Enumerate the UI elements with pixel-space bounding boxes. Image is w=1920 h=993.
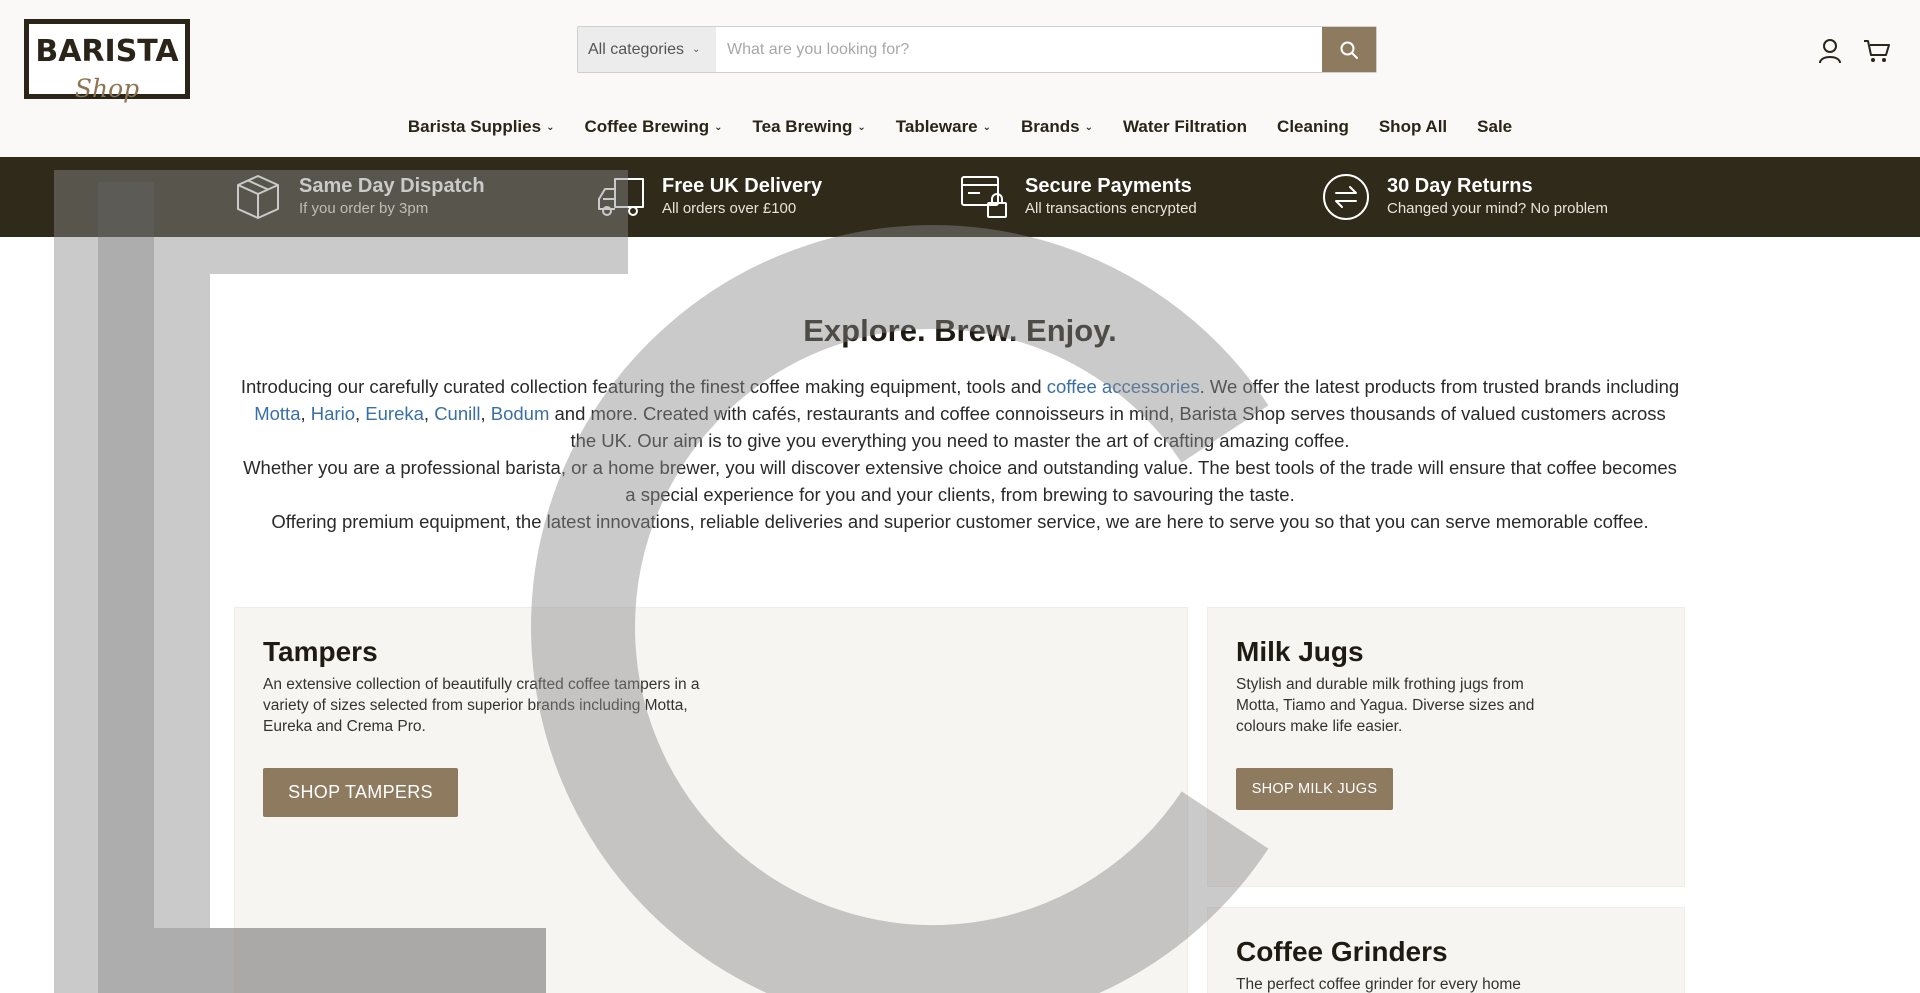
card-title: Tampers (263, 636, 378, 667)
nav-water-filtration[interactable]: Water Filtration (1108, 114, 1262, 140)
benefit-dispatch: Same Day Dispatch If you order by 3pm (233, 157, 485, 237)
chevron-down-icon: ⌄ (714, 121, 723, 133)
benefit-title: 30 Day Returns (1387, 175, 1533, 197)
chevron-down-icon: ⌄ (1084, 121, 1093, 133)
search-bar: All categories ⌄ (577, 26, 1377, 73)
nav-sale[interactable]: Sale (1462, 114, 1527, 140)
search-button[interactable] (1322, 27, 1376, 72)
nav-tableware[interactable]: Tableware ⌄ (881, 114, 1006, 140)
benefit-subtitle: If you order by 3pm (299, 200, 429, 217)
benefit-subtitle: All transactions encrypted (1025, 200, 1197, 217)
nav-coffee-brewing[interactable]: Coffee Brewing ⌄ (569, 114, 737, 140)
barista-shop-logo[interactable]: BARISTA Shop (24, 19, 190, 103)
card-text: An extensive collection of beautifully c… (263, 676, 700, 735)
benefit-title: Same Day Dispatch (299, 175, 485, 197)
nav-tea-brewing[interactable]: Tea Brewing ⌄ (738, 114, 881, 140)
link-coffee-accessories[interactable]: coffee accessories (1047, 376, 1200, 397)
returns-icon (1321, 172, 1371, 222)
benefit-subtitle: All orders over £100 (662, 200, 797, 217)
chevron-down-icon: ⌄ (546, 121, 555, 133)
shop-milk-jugs-button[interactable]: SHOP MILK JUGS (1236, 768, 1393, 810)
intro-text: Introducing our carefully curated collec… (240, 376, 1680, 532)
main-nav: Barista Supplies ⌄ Coffee Brewing ⌄ Tea Br… (0, 114, 1920, 140)
card-title: Milk Jugs (1236, 636, 1364, 667)
chevron-down-icon: ⌄ (857, 121, 866, 133)
search-icon (1340, 41, 1358, 59)
chevron-down-icon: ⌄ (692, 44, 701, 55)
intro-paragraph-3: Offering premium equipment, the latest i… (271, 511, 1649, 532)
box-icon (233, 172, 283, 222)
category-select-label: All categories (588, 40, 685, 58)
card-text: The perfect coffee grinder for every hom… (1236, 976, 1521, 993)
chevron-down-icon: ⌄ (982, 121, 992, 133)
logo-wordmark: BARISTA (35, 34, 179, 69)
benefit-payments: Secure Payments All transactions encrypt… (959, 157, 1197, 237)
nav-shop-all[interactable]: Shop All (1364, 114, 1462, 140)
link-brand-cunill[interactable]: Cunill (434, 403, 480, 424)
secure-card-icon (959, 172, 1009, 222)
site-header: BARISTA Shop All categories ⌄ Barista Su… (0, 0, 1920, 157)
search-input[interactable] (716, 27, 1322, 72)
benefit-returns: 30 Day Returns Changed your mind? No pro… (1321, 157, 1608, 237)
card-text: Stylish and durable milk frothing jugs f… (1236, 676, 1535, 735)
card-milk-jugs: Milk Jugs Stylish and durable milk froth… (1207, 607, 1685, 887)
link-brand-bodum[interactable]: Bodum (491, 403, 550, 424)
card-title: Coffee Grinders (1236, 936, 1448, 967)
intro-paragraph-2: Whether you are a professional barista, … (243, 457, 1677, 505)
nav-cleaning[interactable]: Cleaning (1262, 114, 1364, 140)
benefit-subtitle: Changed your mind? No problem (1387, 200, 1608, 217)
nav-barista-supplies[interactable]: Barista Supplies ⌄ (393, 114, 570, 140)
logo-script: Shop (74, 74, 140, 103)
category-select[interactable]: All categories ⌄ (578, 27, 716, 72)
benefit-delivery: Free UK Delivery All orders over £100 (596, 157, 822, 237)
link-brand-motta[interactable]: Motta (254, 403, 300, 424)
link-brand-eureka[interactable]: Eureka (365, 403, 424, 424)
nav-brands[interactable]: Brands ⌄ (1006, 114, 1108, 140)
benefit-title: Secure Payments (1025, 175, 1192, 197)
cart-icon[interactable] (1862, 36, 1892, 66)
card-coffee-grinders: Coffee Grinders The perfect coffee grind… (1207, 907, 1685, 993)
benefit-title: Free UK Delivery (662, 175, 823, 197)
page-title: Explore. Brew. Enjoy. (803, 313, 1117, 348)
benefits-bar: Same Day Dispatch If you order by 3pm Fr… (0, 157, 1920, 237)
account-icon[interactable] (1815, 36, 1845, 66)
link-brand-hario[interactable]: Hario (311, 403, 355, 424)
card-tampers: Tampers An extensive collection of beaut… (234, 607, 1188, 993)
shop-tampers-button[interactable]: SHOP TAMPERS (263, 768, 458, 817)
truck-icon (596, 172, 646, 222)
